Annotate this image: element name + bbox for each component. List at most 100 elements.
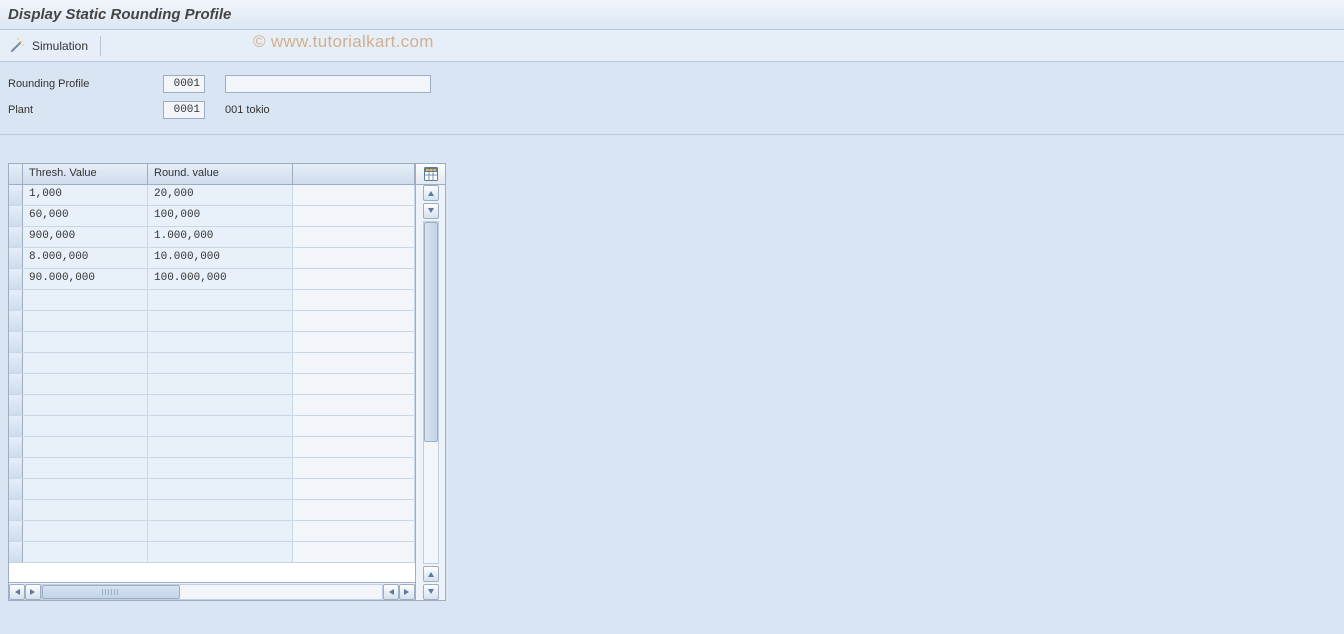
- table-row[interactable]: [9, 395, 415, 416]
- vscroll-bottom-icon[interactable]: [423, 584, 439, 600]
- cell-thresh[interactable]: [23, 500, 148, 520]
- horizontal-scrollbar[interactable]: [9, 582, 415, 600]
- table-row[interactable]: 1,00020,000: [9, 185, 415, 206]
- cell-round[interactable]: [148, 311, 293, 331]
- cell-empty: [293, 542, 415, 562]
- table-row[interactable]: [9, 542, 415, 563]
- simulation-button[interactable]: Simulation: [32, 39, 88, 53]
- row-selector[interactable]: [9, 332, 23, 352]
- cell-thresh[interactable]: 90.000,000: [23, 269, 148, 289]
- row-selector[interactable]: [9, 269, 23, 289]
- table-row[interactable]: 8.000,00010.000,000: [9, 248, 415, 269]
- row-selector[interactable]: [9, 311, 23, 331]
- column-header-thresh[interactable]: Thresh. Value: [23, 164, 148, 184]
- vscroll-down-icon[interactable]: [423, 566, 439, 582]
- cell-round[interactable]: [148, 332, 293, 352]
- hscroll-track[interactable]: [41, 584, 383, 600]
- table-row[interactable]: [9, 458, 415, 479]
- cell-empty: [293, 269, 415, 289]
- row-selector[interactable]: [9, 500, 23, 520]
- row-selector[interactable]: [9, 416, 23, 436]
- cell-thresh[interactable]: 900,000: [23, 227, 148, 247]
- cell-round[interactable]: [148, 542, 293, 562]
- vscroll-up-icon[interactable]: [423, 203, 439, 219]
- cell-thresh[interactable]: [23, 542, 148, 562]
- vscroll-top-icon[interactable]: [423, 185, 439, 201]
- cell-round[interactable]: [148, 374, 293, 394]
- table-row[interactable]: [9, 353, 415, 374]
- cell-round[interactable]: [148, 395, 293, 415]
- table-row[interactable]: [9, 479, 415, 500]
- vscroll-thumb[interactable]: [424, 222, 438, 442]
- cell-thresh[interactable]: [23, 521, 148, 541]
- row-selector[interactable]: [9, 353, 23, 373]
- cell-thresh[interactable]: [23, 374, 148, 394]
- cell-round[interactable]: [148, 290, 293, 310]
- cell-round[interactable]: [148, 521, 293, 541]
- cell-thresh[interactable]: [23, 479, 148, 499]
- cell-round[interactable]: [148, 458, 293, 478]
- cell-thresh[interactable]: [23, 437, 148, 457]
- rounding-profile-field[interactable]: [163, 75, 205, 93]
- cell-empty: [293, 458, 415, 478]
- cell-round[interactable]: [148, 416, 293, 436]
- row-selector[interactable]: [9, 521, 23, 541]
- cell-round[interactable]: [148, 353, 293, 373]
- row-selector[interactable]: [9, 437, 23, 457]
- hscroll-right-icon[interactable]: [383, 584, 399, 600]
- row-selector[interactable]: [9, 542, 23, 562]
- table-row[interactable]: [9, 500, 415, 521]
- row-selector[interactable]: [9, 206, 23, 226]
- plant-field[interactable]: [163, 101, 205, 119]
- cell-round[interactable]: 20,000: [148, 185, 293, 205]
- table-row[interactable]: [9, 374, 415, 395]
- table-body: 1,00020,00060,000100,000900,0001.000,000…: [9, 185, 415, 600]
- row-selector[interactable]: [9, 395, 23, 415]
- table-row[interactable]: 900,0001.000,000: [9, 227, 415, 248]
- cell-thresh[interactable]: 60,000: [23, 206, 148, 226]
- table-row[interactable]: [9, 521, 415, 542]
- cell-empty: [293, 185, 415, 205]
- hscroll-left-icon[interactable]: [25, 584, 41, 600]
- rounding-profile-desc-field[interactable]: [225, 75, 431, 93]
- cell-round[interactable]: 1.000,000: [148, 227, 293, 247]
- cell-thresh[interactable]: [23, 416, 148, 436]
- cell-thresh[interactable]: [23, 395, 148, 415]
- cell-thresh[interactable]: 1,000: [23, 185, 148, 205]
- table-row[interactable]: [9, 332, 415, 353]
- cell-round[interactable]: [148, 479, 293, 499]
- hscroll-last-icon[interactable]: [399, 584, 415, 600]
- hscroll-thumb[interactable]: [42, 585, 180, 599]
- row-selector[interactable]: [9, 374, 23, 394]
- cell-round[interactable]: 10.000,000: [148, 248, 293, 268]
- cell-thresh[interactable]: [23, 332, 148, 352]
- cell-round[interactable]: [148, 500, 293, 520]
- table-select-all[interactable]: [9, 164, 23, 184]
- table-row[interactable]: [9, 437, 415, 458]
- cell-thresh[interactable]: [23, 353, 148, 373]
- cell-thresh[interactable]: [23, 290, 148, 310]
- row-selector[interactable]: [9, 248, 23, 268]
- cell-empty: [293, 227, 415, 247]
- cell-thresh[interactable]: 8.000,000: [23, 248, 148, 268]
- row-selector[interactable]: [9, 458, 23, 478]
- vscroll-track[interactable]: [423, 221, 439, 564]
- row-selector[interactable]: [9, 185, 23, 205]
- row-selector[interactable]: [9, 290, 23, 310]
- table-row[interactable]: 60,000100,000: [9, 206, 415, 227]
- table-row[interactable]: [9, 311, 415, 332]
- row-selector[interactable]: [9, 479, 23, 499]
- column-header-round[interactable]: Round. value: [148, 164, 293, 184]
- cell-round[interactable]: 100,000: [148, 206, 293, 226]
- cell-thresh[interactable]: [23, 458, 148, 478]
- cell-thresh[interactable]: [23, 311, 148, 331]
- cell-round[interactable]: [148, 437, 293, 457]
- cell-round[interactable]: 100.000,000: [148, 269, 293, 289]
- row-selector[interactable]: [9, 227, 23, 247]
- table-row[interactable]: [9, 290, 415, 311]
- table-row[interactable]: 90.000,000100.000,000: [9, 269, 415, 290]
- table-row[interactable]: [9, 416, 415, 437]
- table-config-button[interactable]: [416, 164, 445, 185]
- vertical-scrollbar[interactable]: [416, 185, 445, 600]
- hscroll-first-icon[interactable]: [9, 584, 25, 600]
